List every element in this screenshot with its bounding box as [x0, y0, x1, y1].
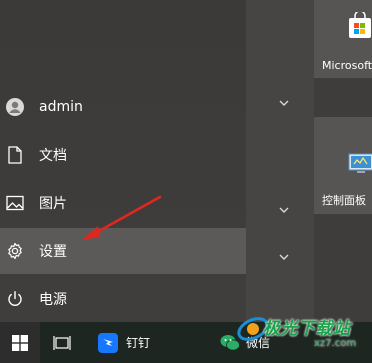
annotation-arrow: [82, 195, 162, 240]
picture-icon: [5, 193, 25, 213]
user-account-item[interactable]: admin: [0, 84, 246, 130]
app-list-column: [246, 0, 314, 322]
documents-label: 文档: [39, 148, 67, 164]
task-view-icon: [53, 335, 71, 350]
pictures-label: 图片: [39, 196, 67, 212]
microsoft-store-label: Microsoft: [322, 59, 372, 72]
control-panel-tile[interactable]: 控制面板: [314, 117, 372, 214]
dingtalk-icon: [98, 332, 118, 353]
start-menu: admin 文档 图片 设置 电源 Microsoft 控制面板: [0, 0, 372, 322]
windows-logo-icon: [12, 334, 28, 351]
control-panel-icon: [348, 153, 372, 173]
dingtalk-label: 钉钉: [126, 336, 151, 350]
power-label: 电源: [39, 292, 67, 308]
gear-icon: [5, 241, 25, 261]
document-icon: [5, 145, 25, 165]
control-panel-label: 控制面板: [322, 194, 366, 207]
chevron-down-icon[interactable]: [277, 205, 291, 215]
power-icon: [5, 289, 25, 309]
microsoft-store-tile[interactable]: Microsoft: [314, 0, 372, 78]
watermark-url: xz7.com: [314, 338, 357, 349]
settings-label: 设置: [39, 244, 67, 260]
documents-item[interactable]: 文档: [0, 132, 246, 178]
store-icon: [349, 12, 371, 38]
task-view-button[interactable]: [40, 322, 84, 363]
chevron-down-icon[interactable]: [277, 98, 291, 108]
chevron-down-icon[interactable]: [277, 252, 291, 262]
user-avatar-icon: [5, 97, 25, 117]
watermark-text: 极光下载站: [263, 319, 351, 339]
power-item[interactable]: 电源: [0, 276, 246, 322]
site-watermark: 极光下载站 xz7.com: [236, 308, 372, 363]
user-name-label: admin: [39, 99, 83, 115]
taskbar-app-dingtalk[interactable]: 钉钉: [84, 322, 160, 363]
start-button[interactable]: [0, 322, 40, 363]
